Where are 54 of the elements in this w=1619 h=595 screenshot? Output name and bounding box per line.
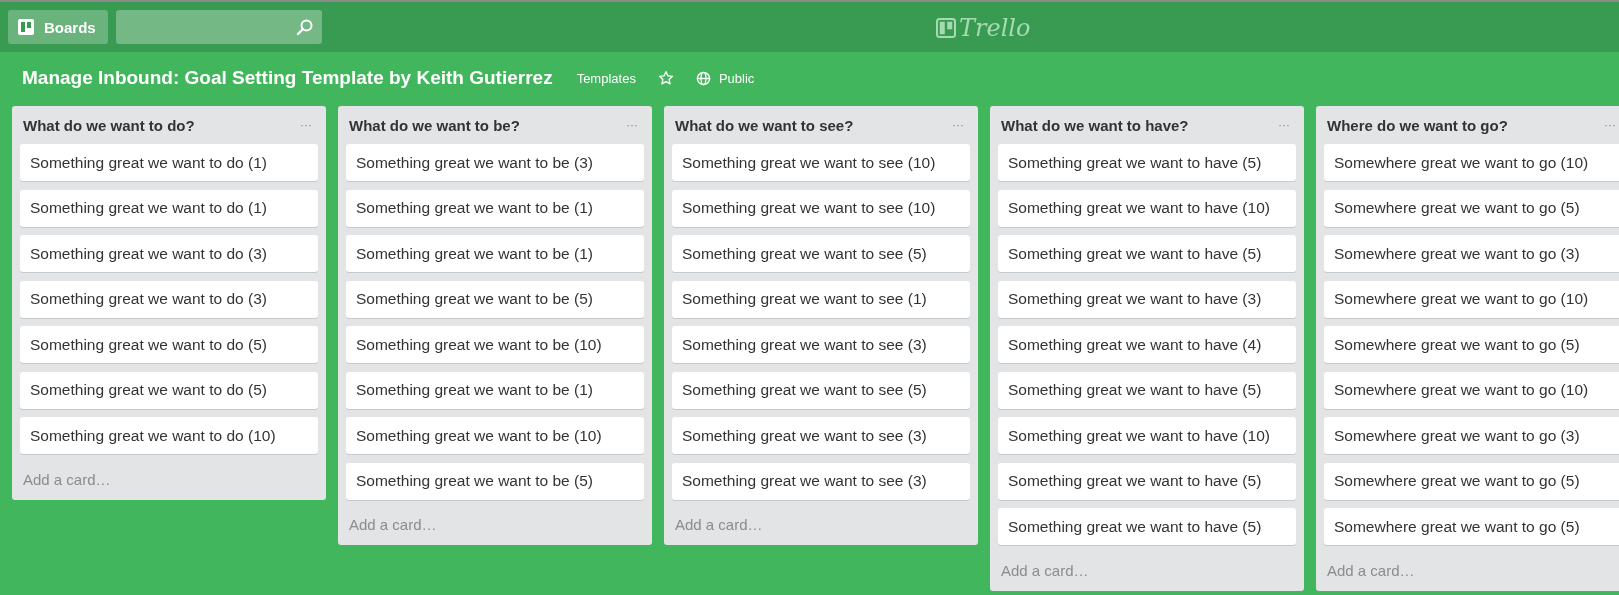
list-title: What do we want to be? bbox=[349, 116, 520, 134]
card[interactable]: Something great we want to see (10) bbox=[672, 189, 970, 227]
card[interactable]: Something great we want to be (3) bbox=[346, 144, 644, 181]
card[interactable]: Something great we want to be (1) bbox=[346, 189, 644, 227]
board-title: Manage Inbound: Goal Setting Template by Keith Gutierrez bbox=[22, 67, 553, 89]
card[interactable]: Something great we want to have (10) bbox=[998, 189, 1296, 227]
card[interactable]: Somewhere great we want to go (10) bbox=[1324, 371, 1619, 409]
card[interactable]: Somewhere great we want to go (3) bbox=[1324, 235, 1619, 272]
card[interactable]: Something great we want to have (5) bbox=[998, 508, 1296, 545]
logo-icon bbox=[936, 18, 956, 38]
card[interactable]: Somewhere great we want to go (3) bbox=[1324, 417, 1619, 454]
card[interactable]: Something great we want to have (5) bbox=[998, 235, 1296, 272]
card[interactable]: Somewhere great we want to go (5) bbox=[1324, 326, 1619, 363]
card[interactable]: Something great we want to have (5) bbox=[998, 371, 1296, 409]
card[interactable]: Something great we want to see (10) bbox=[672, 144, 970, 181]
card[interactable]: Something great we want to see (3) bbox=[672, 326, 970, 363]
list-title: Where do we want to go? bbox=[1327, 116, 1508, 134]
board-icon bbox=[18, 19, 34, 35]
card[interactable]: Something great we want to see (5) bbox=[672, 235, 970, 272]
card[interactable]: Something great we want to see (1) bbox=[672, 280, 970, 318]
card[interactable]: Something great we want to be (5) bbox=[346, 462, 644, 500]
card[interactable]: Something great we want to do (3) bbox=[20, 235, 318, 272]
card[interactable]: Somewhere great we want to go (5) bbox=[1324, 189, 1619, 227]
card[interactable]: Something great we want to do (1) bbox=[20, 144, 318, 181]
card[interactable]: Something great we want to have (3) bbox=[998, 280, 1296, 318]
card[interactable]: Something great we want to have (10) bbox=[998, 417, 1296, 454]
card[interactable]: Something great we want to be (10) bbox=[346, 326, 644, 363]
card[interactable]: Somewhere great we want to go (5) bbox=[1324, 462, 1619, 500]
card[interactable]: Something great we want to do (5) bbox=[20, 371, 318, 409]
card[interactable]: Something great we want to do (3) bbox=[20, 280, 318, 318]
card[interactable]: Something great we want to have (5) bbox=[998, 144, 1296, 181]
card[interactable]: Something great we want to be (1) bbox=[346, 235, 644, 272]
card[interactable]: Something great we want to see (5) bbox=[672, 371, 970, 409]
card[interactable]: Something great we want to see (3) bbox=[672, 417, 970, 454]
search-icon bbox=[295, 18, 314, 36]
star-icon[interactable] bbox=[657, 70, 674, 86]
card[interactable]: Something great we want to do (10) bbox=[20, 417, 318, 454]
logo-text: Trello bbox=[959, 14, 1031, 42]
card[interactable]: Something great we want to do (5) bbox=[20, 326, 318, 363]
card[interactable]: Somewhere great we want to go (10) bbox=[1324, 280, 1619, 318]
globe-icon bbox=[695, 70, 711, 86]
card[interactable]: Something great we want to have (5) bbox=[998, 462, 1296, 500]
card[interactable]: Something great we want to be (5) bbox=[346, 280, 644, 318]
list-title: What do we want to see? bbox=[675, 116, 854, 134]
list-title: What do we want to do? bbox=[23, 116, 195, 134]
card[interactable]: Something great we want to have (4) bbox=[998, 326, 1296, 363]
card[interactable]: Somewhere great we want to go (5) bbox=[1324, 508, 1619, 545]
search-field[interactable] bbox=[115, 10, 322, 44]
card[interactable]: Something great we want to see (3) bbox=[672, 462, 970, 500]
card[interactable]: Something great we want to do (1) bbox=[20, 189, 318, 227]
card[interactable]: Something great we want to be (1) bbox=[346, 371, 644, 409]
card[interactable]: Somewhere great we want to go (10) bbox=[1324, 144, 1619, 181]
list-title: What do we want to have? bbox=[1001, 116, 1189, 134]
card[interactable]: Something great we want to be (10) bbox=[346, 417, 644, 454]
